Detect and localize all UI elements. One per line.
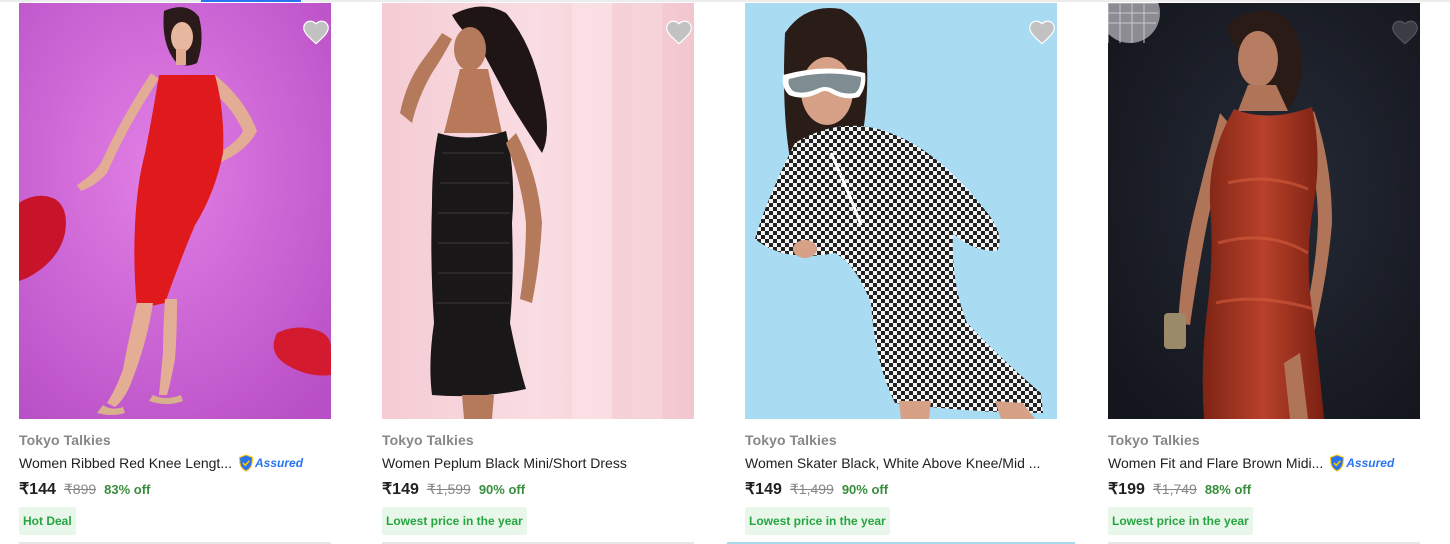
product-title-row[interactable]: Women Fit and Flare Brown Midi... Assure… (1108, 453, 1420, 473)
product-photo-brown-satin-dress (1108, 3, 1420, 419)
product-photo-black-dress (382, 3, 694, 419)
wishlist-button[interactable] (1390, 17, 1420, 47)
discount-percent: 90% off (478, 482, 526, 497)
product-title[interactable]: Women Peplum Black Mini/Short Dress (382, 453, 627, 473)
wishlist-button[interactable] (1027, 17, 1057, 47)
discount-percent: 83% off (104, 482, 151, 497)
product-image[interactable] (1108, 3, 1420, 419)
offer-tag: Lowest price in the year (382, 507, 527, 535)
product-title-row[interactable]: Women Skater Black, White Above Knee/Mid… (745, 453, 1057, 473)
heart-icon (303, 20, 329, 45)
product-title-row[interactable]: Women Ribbed Red Knee Lengt... Assured (19, 453, 331, 473)
selling-price: ₹149 (382, 481, 419, 498)
selling-price: ₹149 (745, 481, 782, 498)
offer-tag: Lowest price in the year (1108, 507, 1253, 535)
product-grid: Tokyo Talkies Women Ribbed Red Knee Leng… (0, 0, 1450, 544)
price-row: ₹199 ₹1,749 88% off (1108, 479, 1251, 499)
wishlist-button[interactable] (664, 17, 694, 47)
heart-icon (1029, 20, 1055, 45)
product-card[interactable]: Tokyo Talkies Women Peplum Black Mini/Sh… (382, 3, 694, 544)
product-card[interactable]: Tokyo Talkies Women Fit and Flare Brown … (1108, 3, 1420, 544)
price-row: ₹149 ₹1,499 90% off (745, 479, 888, 499)
product-brand: Tokyo Talkies (19, 432, 111, 448)
assured-shield-icon (238, 454, 254, 472)
original-price: ₹1,499 (789, 481, 834, 497)
product-brand: Tokyo Talkies (745, 432, 837, 448)
product-card[interactable]: Tokyo Talkies Women Skater Black, White … (727, 3, 1075, 544)
wishlist-button[interactable] (301, 17, 331, 47)
heart-icon (666, 20, 692, 45)
original-price: ₹899 (63, 481, 97, 497)
heart-icon (1392, 20, 1418, 45)
original-price: ₹1,749 (1152, 481, 1197, 497)
product-brand: Tokyo Talkies (382, 432, 474, 448)
product-title-row[interactable]: Women Peplum Black Mini/Short Dress (382, 453, 694, 473)
product-image[interactable] (745, 3, 1057, 419)
price-row: ₹144 ₹899 83% off (19, 479, 150, 499)
product-title[interactable]: Women Fit and Flare Brown Midi... (1108, 453, 1323, 473)
product-image[interactable] (19, 3, 331, 419)
selling-price: ₹144 (19, 481, 56, 498)
product-title[interactable]: Women Skater Black, White Above Knee/Mid… (745, 453, 1040, 473)
product-image[interactable] (382, 3, 694, 419)
product-brand: Tokyo Talkies (1108, 432, 1200, 448)
price-row: ₹149 ₹1,599 90% off (382, 479, 525, 499)
product-title[interactable]: Women Ribbed Red Knee Lengt... (19, 453, 232, 473)
assured-label: Assured (1346, 456, 1395, 470)
assured-badge: Assured (238, 454, 303, 472)
offer-tag: Lowest price in the year (745, 507, 890, 535)
assured-shield-icon (1330, 454, 1345, 472)
offer-tag: Hot Deal (19, 507, 76, 535)
product-card[interactable]: Tokyo Talkies Women Ribbed Red Knee Leng… (19, 3, 331, 544)
assured-label: Assured (255, 456, 304, 470)
product-photo-red-dress (19, 3, 331, 419)
discount-percent: 88% off (1204, 482, 1252, 497)
product-photo-houndstooth-dress (745, 3, 1057, 419)
assured-badge: Assured (1329, 454, 1394, 472)
original-price: ₹1,599 (426, 481, 471, 497)
selling-price: ₹199 (1108, 481, 1145, 498)
discount-percent: 90% off (841, 482, 889, 497)
